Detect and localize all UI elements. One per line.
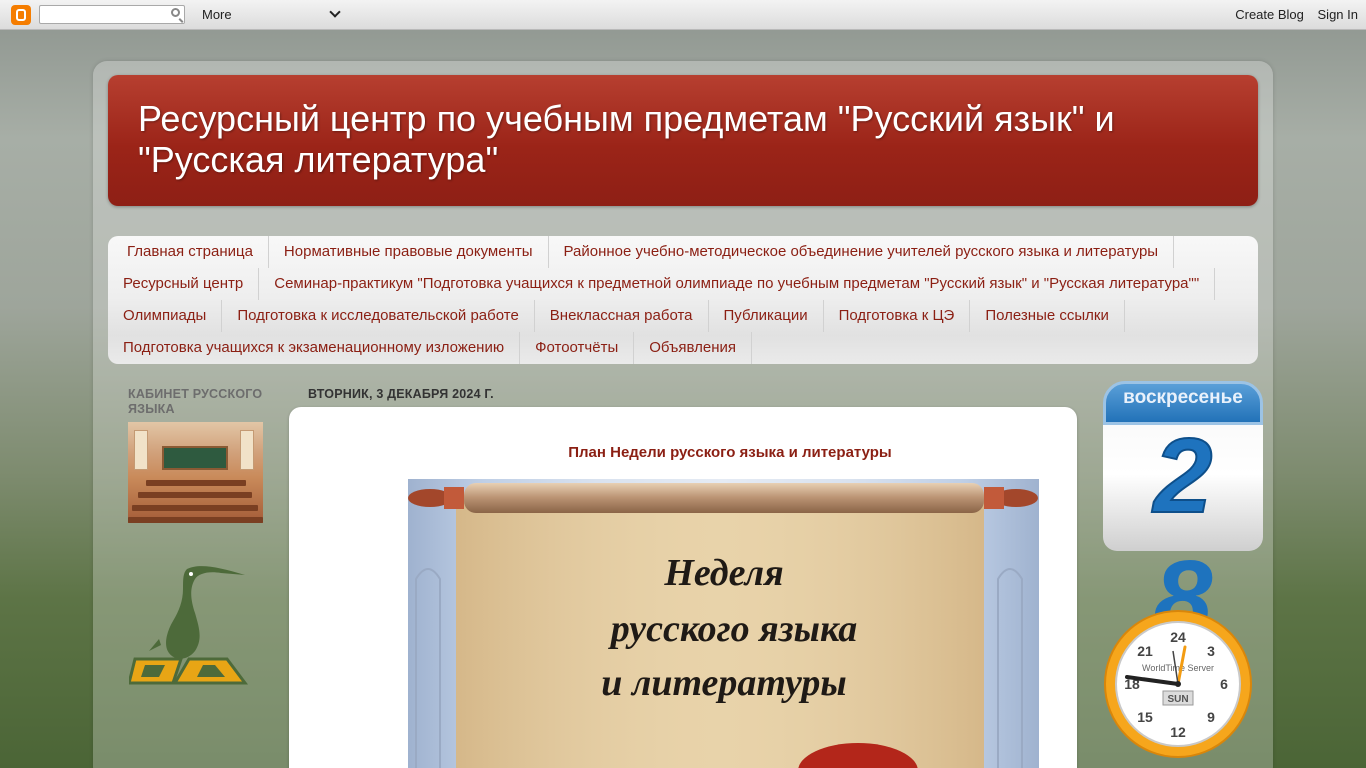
blog-header: Ресурсный центр по учебным предметам "Ру…: [108, 75, 1258, 206]
clock-number-21: 21: [1137, 643, 1153, 659]
tab-district-methodical-union[interactable]: Районное учебно-методическое объединение…: [549, 236, 1175, 268]
blog-title[interactable]: Ресурсный центр по учебным предметам "Ру…: [138, 98, 1218, 180]
calendar-weekday: воскресенье: [1123, 387, 1243, 408]
search-icon[interactable]: [171, 8, 180, 17]
navbar-links: Create Blog Sign In: [1225, 7, 1358, 22]
search-input[interactable]: [39, 5, 185, 24]
post-title[interactable]: План Недели русского языка и литературы: [289, 444, 1171, 461]
chevron-down-icon[interactable]: [329, 6, 341, 18]
tab-row: Подготовка учащихся к экзаменационному и…: [108, 332, 752, 364]
tab-photo-reports[interactable]: Фотоотчёты: [520, 332, 635, 364]
sign-in-link[interactable]: Sign In: [1318, 7, 1358, 22]
tab-extracurricular[interactable]: Внеклассная работа: [535, 300, 709, 332]
week-of-russian-language-image[interactable]: Неделя русского языка и литературы: [408, 479, 1039, 768]
tab-announcements[interactable]: Объявления: [634, 332, 752, 364]
post-card: План Недели русского языка и литературы: [289, 407, 1077, 768]
tab-olympiad-seminar[interactable]: Семинар-практикум "Подготовка учащихся к…: [259, 268, 1216, 300]
image-text-line3: и литературы: [601, 662, 847, 704]
clock-number-12: 12: [1170, 724, 1186, 740]
tab-row: Главная страница Нормативные правовые до…: [108, 236, 1175, 268]
clock-day: SUN: [1167, 694, 1188, 705]
clock-number-6: 6: [1220, 676, 1228, 692]
tab-home[interactable]: Главная страница: [108, 236, 269, 268]
blogger-logo-icon[interactable]: [11, 5, 31, 25]
classroom-image[interactable]: [128, 422, 263, 523]
tab-ce-preparation[interactable]: Подготовка к ЦЭ: [824, 300, 971, 332]
tab-publications[interactable]: Публикации: [709, 300, 824, 332]
clock-number-9: 9: [1207, 709, 1215, 725]
heron-logo-icon[interactable]: [129, 565, 249, 687]
tab-resource-center[interactable]: Ресурсный центр: [108, 268, 260, 300]
sidebar-widget-title: КАБИНЕТ РУССКОГО ЯЗЫКА: [128, 387, 263, 416]
tab-row: Олимпиады Подготовка к исследовательской…: [108, 300, 1125, 332]
tab-research-work[interactable]: Подготовка к исследовательской работе: [222, 300, 535, 332]
tab-olympiads[interactable]: Олимпиады: [108, 300, 223, 332]
calendar-day-digit-first: 2: [1153, 417, 1214, 535]
page-tabs: Главная страница Нормативные правовые до…: [108, 236, 1258, 364]
image-text-line2: русского языка: [608, 608, 858, 650]
tab-normative-documents[interactable]: Нормативные правовые документы: [269, 236, 549, 268]
clock-number-15: 15: [1137, 709, 1153, 725]
image-text-line1: Неделя: [663, 552, 783, 594]
blogger-navbar: More Create Blog Sign In: [0, 0, 1366, 30]
tab-useful-links[interactable]: Полезные ссылки: [970, 300, 1125, 332]
clock-widget[interactable]: 24 3 6 9 12 15 18 21 WorldTime Server SU…: [1103, 609, 1253, 759]
tab-row: Ресурсный центр Семинар-практикум "Подго…: [108, 268, 1216, 300]
clock-number-3: 3: [1207, 643, 1215, 659]
clock-number-24: 24: [1170, 629, 1186, 645]
tab-exam-presentation[interactable]: Подготовка учащихся к экзаменационному и…: [108, 332, 521, 364]
create-blog-link[interactable]: Create Blog: [1235, 7, 1304, 22]
more-dropdown[interactable]: More: [202, 7, 232, 22]
calendar-widget[interactable]: 8 воскресенье 2: [1103, 381, 1263, 653]
post-date-header: ВТОРНИК, 3 ДЕКАБРЯ 2024 Г.: [308, 387, 494, 401]
clock-brand: WorldTime Server: [1142, 663, 1214, 673]
